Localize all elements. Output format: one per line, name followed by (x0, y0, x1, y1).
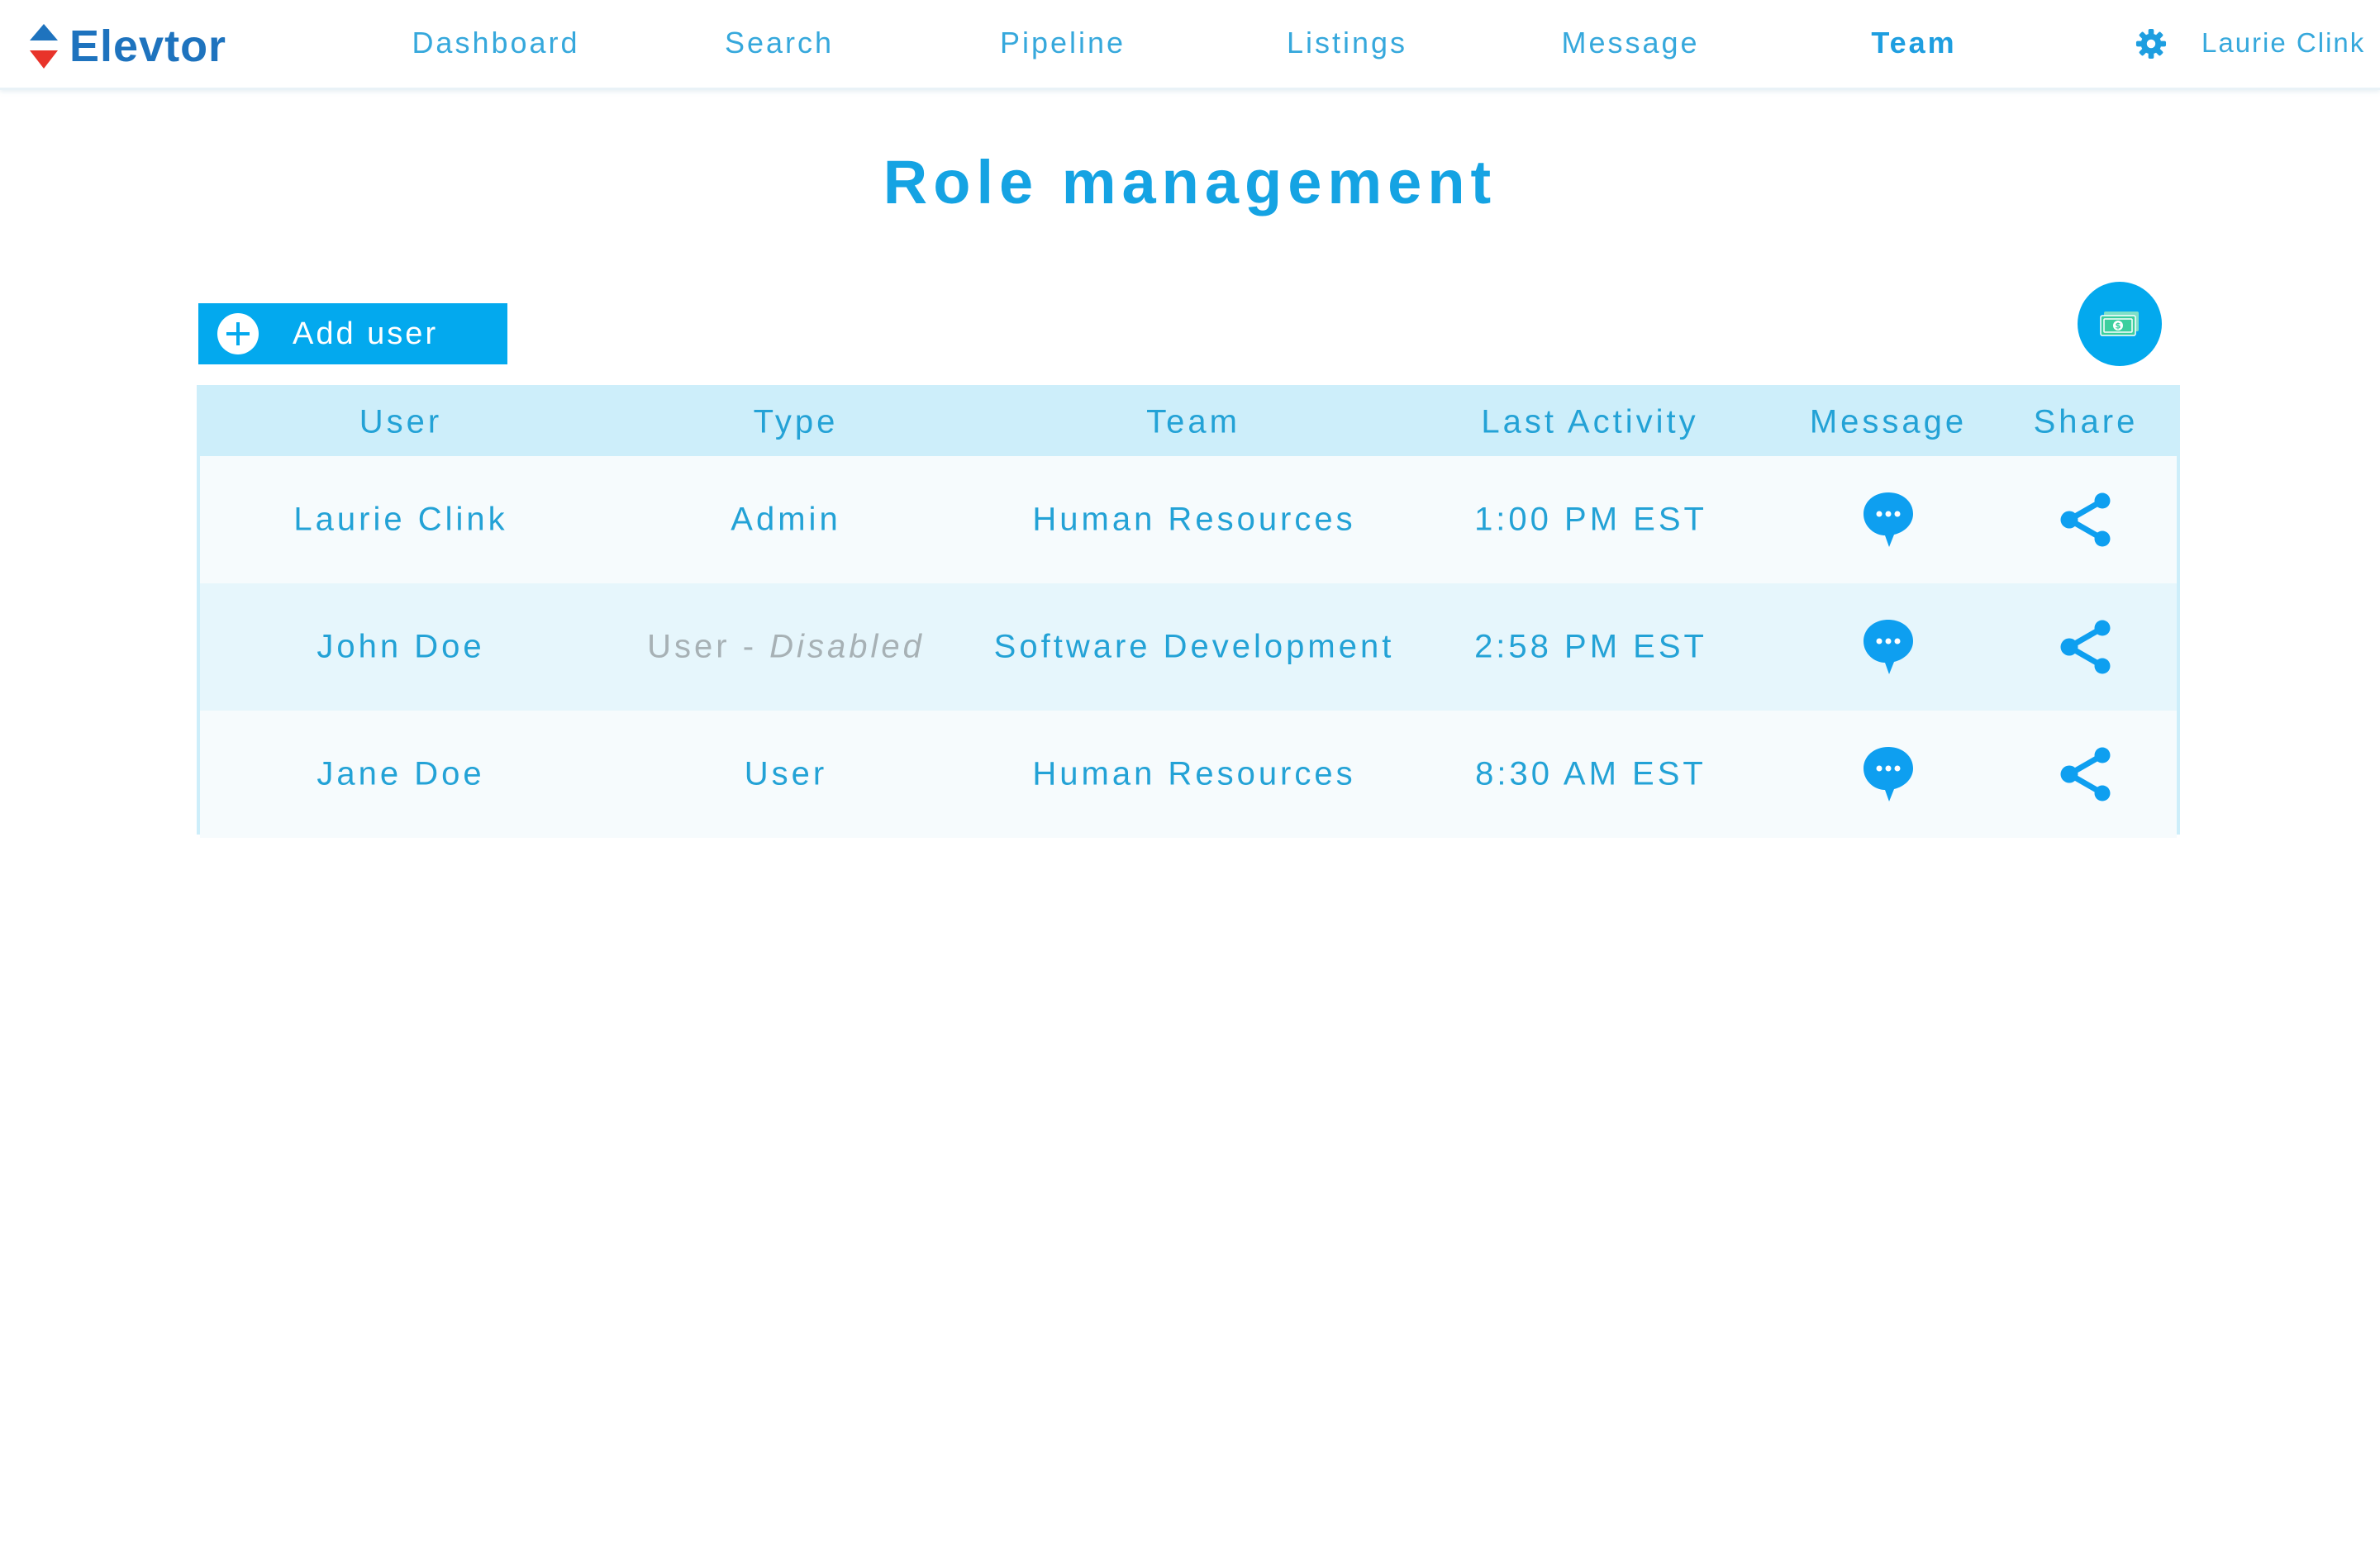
user-name-cell[interactable]: Jane Doe (317, 756, 484, 793)
user-type-cell: User (744, 755, 828, 792)
money-icon: $ (2100, 312, 2139, 336)
team-cell: Software Development (993, 628, 1395, 665)
disabled-label: Disabled (769, 628, 925, 665)
nav-item-team[interactable]: Team (1871, 26, 1956, 60)
share-icon[interactable] (2058, 747, 2114, 801)
column-header-user[interactable]: User (359, 404, 442, 441)
user-type-cell: User - Disabled (647, 629, 925, 666)
user-name-cell[interactable]: John Doe (317, 629, 484, 666)
column-header-team[interactable]: Team (1146, 404, 1240, 441)
chat-bubble-icon[interactable] (1862, 491, 1915, 549)
plus-circle-icon (217, 313, 259, 354)
elevator-arrows-icon (30, 24, 58, 69)
billing-button[interactable]: $ (2078, 282, 2162, 366)
table-row: Jane Doe User Human Resources 8:30 AM ES… (200, 711, 2177, 838)
nav-item-pipeline[interactable]: Pipeline (1000, 26, 1126, 60)
table-row: Laurie Clink Admin Human Resources 1:00 … (200, 456, 2177, 583)
team-cell: Human Resources (1032, 501, 1356, 538)
table-header-row: User Type Team Last Activity Message Sha… (200, 388, 2177, 456)
gear-icon[interactable] (2135, 28, 2167, 59)
table-row: John Doe User - Disabled Software Develo… (200, 583, 2177, 711)
user-type-cell: Admin (731, 501, 841, 538)
nav-item-dashboard[interactable]: Dashboard (412, 26, 579, 60)
nav-item-listings[interactable]: Listings (1287, 26, 1407, 60)
last-activity-cell: 2:58 PM EST (1474, 628, 1707, 665)
share-icon[interactable] (2058, 620, 2114, 674)
chat-bubble-icon[interactable] (1862, 745, 1915, 803)
user-type-prefix: User - (647, 628, 770, 665)
user-name-cell[interactable]: Laurie Clink (293, 502, 507, 539)
last-activity-cell: 1:00 PM EST (1474, 501, 1707, 538)
last-activity-cell: 8:30 AM EST (1475, 755, 1706, 792)
add-user-label: Add user (293, 316, 439, 351)
page-title: Role management (883, 148, 1497, 216)
brand-logo[interactable]: Elevtor (30, 21, 226, 71)
column-header-message: Message (1809, 403, 1968, 440)
nav-item-search[interactable]: Search (725, 26, 834, 60)
team-cell: Human Resources (1032, 755, 1356, 792)
chat-bubble-icon[interactable] (1862, 618, 1915, 676)
share-icon[interactable] (2058, 492, 2114, 547)
column-header-share: Share (2033, 403, 2139, 440)
column-header-last-activity[interactable]: Last Activity (1481, 404, 1698, 441)
add-user-button[interactable]: Add user (198, 303, 507, 364)
nav-item-message[interactable]: Message (1561, 26, 1699, 60)
top-navigation-bar: Elevtor Dashboard Search Pipeline Listin… (0, 0, 2380, 90)
users-table: User Type Team Last Activity Message Sha… (197, 385, 2180, 838)
column-header-type[interactable]: Type (754, 404, 839, 441)
brand-name: Elevtor (69, 21, 227, 71)
current-user-name[interactable]: Laurie Clink (2202, 27, 2365, 59)
svg-text:$: $ (2116, 322, 2121, 331)
